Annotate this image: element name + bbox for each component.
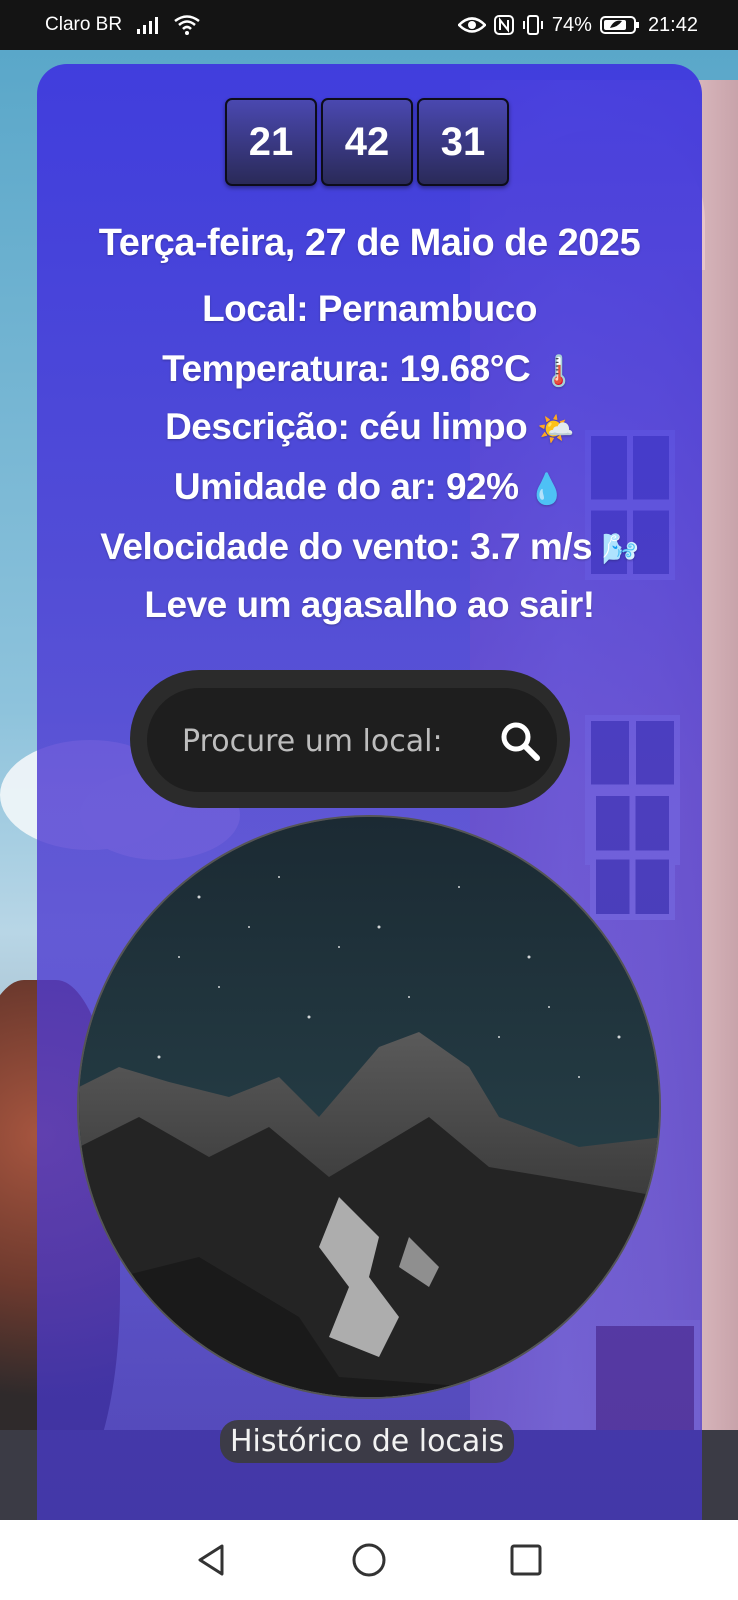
status-bar: Claro BR 74% 21:42	[0, 0, 738, 50]
sun-cloud-icon: 🌤️	[537, 412, 574, 447]
clock-hours: 21	[225, 98, 317, 186]
recents-icon[interactable]	[506, 1540, 546, 1580]
droplet-icon: 💧	[528, 472, 566, 507]
nfc-icon	[493, 15, 514, 35]
home-icon[interactable]	[349, 1540, 389, 1580]
eye-icon	[457, 16, 486, 34]
vibrate-icon	[522, 15, 544, 35]
humidity-text: Umidade do ar: 92% 💧	[173, 466, 566, 507]
battery-icon	[599, 15, 640, 35]
clock-seconds: 31	[417, 98, 509, 186]
navigation-bar	[0, 1520, 738, 1600]
description-text: Descrição: céu limpo 🌤️	[165, 406, 574, 447]
thermometer-icon: 🌡️	[540, 354, 577, 389]
digital-clock: 21 42 31	[225, 98, 509, 186]
current-date: Terça-feira, 27 de Maio de 2025	[98, 222, 641, 264]
status-time: 21:42	[647, 13, 698, 36]
wind-text: Velocidade do vento: 3.7 m/s 🌬️	[100, 526, 639, 567]
temperature-text: Temperatura: 19.68°C 🌡️	[162, 348, 577, 389]
search-input[interactable]	[180, 712, 454, 770]
wifi-icon	[174, 15, 200, 35]
history-button[interactable]: Histórico de locais	[220, 1420, 515, 1463]
weather-image	[77, 815, 661, 1399]
search-button[interactable]	[492, 713, 548, 769]
clock-minutes: 42	[321, 98, 413, 186]
search-icon	[501, 722, 540, 761]
advice-text: Leve um agasalho ao sair!	[144, 584, 595, 625]
carrier-name: Claro BR	[45, 14, 123, 35]
battery-percent: 74%	[551, 13, 592, 36]
location-text: Local: Pernambuco	[202, 288, 537, 329]
back-icon[interactable]	[192, 1540, 232, 1580]
wind-icon: 🌬️	[601, 532, 639, 567]
signal-icon	[136, 16, 160, 34]
